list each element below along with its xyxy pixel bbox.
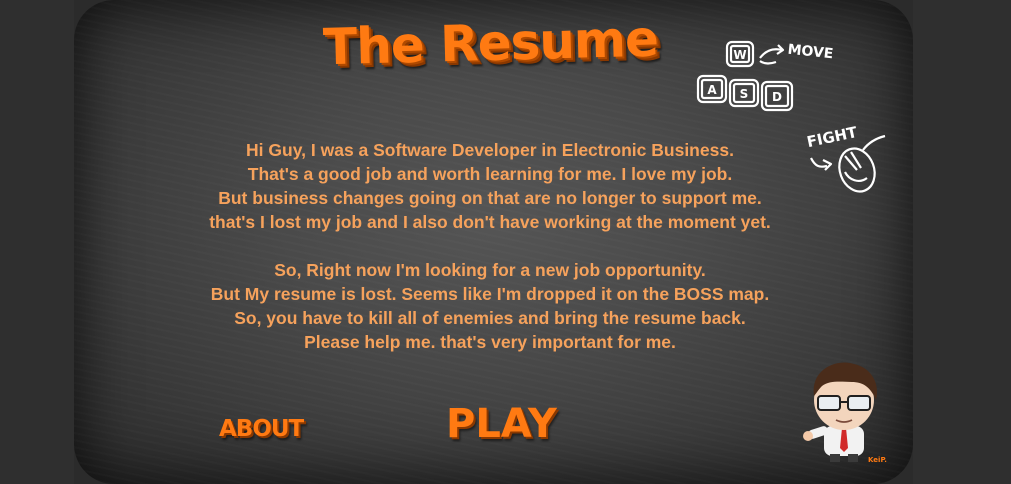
story-line: That's a good job and worth learning for… xyxy=(247,164,733,184)
key-w-label: W xyxy=(733,48,746,62)
key-d-label: D xyxy=(772,90,782,104)
artist-signature: KeiP. xyxy=(868,456,887,464)
character-leg-right xyxy=(848,454,858,462)
story-line: But business changes going on that are n… xyxy=(218,188,762,208)
story-line: So, you have to kill all of enemies and … xyxy=(234,308,746,328)
right-margin xyxy=(913,0,1011,484)
story-line: So, Right now I'm looking for a new job … xyxy=(274,260,706,280)
story-line: Hi Guy, I was a Software Developer in El… xyxy=(246,140,734,160)
game-screen: The Resume Hi Guy, I was a Software Deve… xyxy=(0,0,1011,484)
left-margin xyxy=(0,0,74,484)
story-line: Please help me. that's very important fo… xyxy=(304,332,676,352)
move-label: MOVE xyxy=(787,42,834,63)
about-button[interactable]: ABOUT xyxy=(219,418,304,441)
story-text: Hi Guy, I was a Software Developer in El… xyxy=(130,138,850,354)
key-a-label: A xyxy=(707,83,717,97)
story-line: But My resume is lost. Seems like I'm dr… xyxy=(210,284,770,304)
play-button[interactable]: PLAY xyxy=(446,404,557,444)
fight-label: FIGHT xyxy=(805,123,859,151)
game-title: The Resume xyxy=(322,9,659,77)
key-s-label: S xyxy=(740,87,749,101)
wasd-move-hint: W A S D MOVE xyxy=(696,40,834,112)
character-hand xyxy=(803,431,813,441)
player-character: KeiP. xyxy=(803,362,887,464)
story-line: that's I lost my job and I also don't ha… xyxy=(209,212,771,232)
character-leg-left xyxy=(830,454,840,462)
mouse-fight-hint: FIGHT xyxy=(805,123,886,193)
